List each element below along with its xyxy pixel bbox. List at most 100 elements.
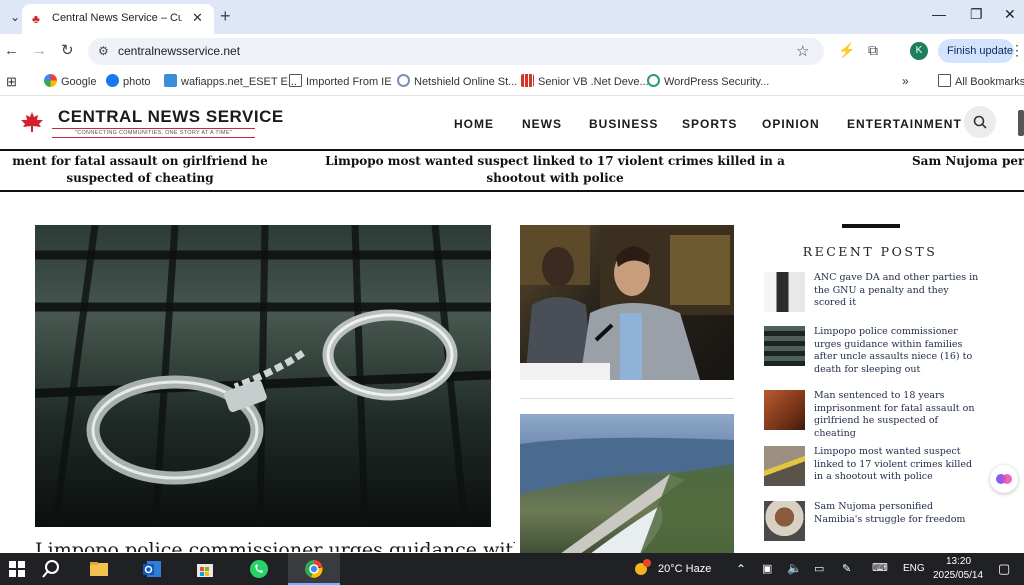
pen-icon[interactable]: ✎: [842, 562, 851, 575]
minimize-icon[interactable]: —: [932, 6, 946, 22]
recent-post-item[interactable]: Sam Nujoma personified Namibia's struggl…: [764, 501, 984, 549]
recent-post-item[interactable]: Man sentenced to 18 years imprisonment f…: [764, 390, 984, 440]
bookmark-netshield[interactable]: Netshield Online St...: [397, 74, 517, 88]
browser-menu-icon[interactable]: ⋮: [1010, 42, 1024, 59]
recent-post-item[interactable]: Limpopo police commissioner urges guidan…: [764, 326, 984, 376]
assistant-float-button[interactable]: [990, 465, 1018, 493]
page-scrollbar[interactable]: [1018, 110, 1024, 136]
url-text: centralnewsservice.net: [118, 44, 241, 58]
dam-illustration: [520, 437, 734, 554]
site-header: CENTRAL NEWS SERVICE "CONNECTING COMMUNI…: [0, 97, 1024, 149]
recent-post-thumbnail[interactable]: [764, 501, 805, 541]
ticker-item[interactable]: Limpopo most wanted suspect linked to 17…: [322, 153, 788, 187]
windows-start-icon[interactable]: [6, 558, 28, 580]
nav-opinion[interactable]: OPINION: [762, 117, 820, 131]
bookmark-label: wafiapps.net_ESET E...: [181, 76, 297, 88]
bookmarks-bar: ⊞ Google photo wafiapps.net_ESET E... Im…: [0, 68, 1024, 96]
recent-post-thumbnail[interactable]: [764, 272, 805, 312]
clock-time[interactable]: 13:20: [946, 556, 971, 567]
windows-taskbar: 20°C Haze ⌃ ▣ 🔈 ▭ ✎ ⌨ ENG 13:20 2025/05/…: [0, 553, 1024, 585]
bookmark-star-icon[interactable]: ☆: [796, 42, 809, 60]
nav-business[interactable]: BUSINESS: [589, 117, 658, 131]
site-info-icon[interactable]: ⚙: [98, 44, 109, 58]
finish-update-button[interactable]: Finish update: [938, 39, 1014, 63]
profile-avatar[interactable]: K: [910, 42, 928, 60]
extensions-puzzle-icon[interactable]: ⧉: [868, 42, 878, 59]
apps-grid-icon[interactable]: ⊞: [6, 74, 17, 90]
google-icon: [44, 74, 57, 87]
restore-icon[interactable]: ❐: [970, 6, 983, 23]
recent-post-item[interactable]: Limpopo most wanted suspect linked to 17…: [764, 446, 984, 494]
notifications-icon[interactable]: ▢: [998, 561, 1010, 577]
weather-text[interactable]: 20°C Haze: [658, 563, 711, 575]
more-bookmarks-icon[interactable]: »: [902, 74, 909, 88]
recent-post-thumbnail[interactable]: [764, 446, 805, 486]
reload-icon[interactable]: ↻: [61, 42, 74, 60]
taskbar-search-icon[interactable]: [40, 558, 62, 580]
browser-tab[interactable]: ♣ Central News Service – Current ✕: [22, 4, 214, 34]
recent-post-item[interactable]: ANC gave DA and other parties in the GNU…: [764, 272, 984, 320]
copilot-icon: [996, 474, 1012, 484]
forward-icon[interactable]: →: [32, 42, 47, 60]
bookmark-label: Google: [61, 76, 97, 88]
main-headline[interactable]: Limpopo police commissioner urges guidan…: [35, 536, 515, 552]
clock-date[interactable]: 2025/05/14: [933, 570, 983, 581]
bookmark-vbnet[interactable]: Senior VB .Net Deve...: [521, 74, 649, 88]
bookmark-imported[interactable]: Imported From IE: [289, 74, 392, 88]
bookmark-wordpress[interactable]: WordPress Security...: [647, 74, 769, 88]
back-icon[interactable]: ←: [4, 42, 19, 60]
recent-post-title[interactable]: Limpopo police commissioner urges guidan…: [814, 326, 982, 376]
section-accent-bar: [842, 224, 900, 228]
nav-entertainment[interactable]: ENTERTAINMENT: [847, 117, 962, 131]
extension-leaf-icon[interactable]: ⚡: [838, 42, 855, 59]
maple-leaf-logo-icon[interactable]: [20, 111, 44, 133]
recent-post-thumbnail[interactable]: [764, 390, 805, 430]
show-hidden-icons[interactable]: ⌃: [736, 562, 746, 576]
address-bar[interactable]: ⚙ centralnewsservice.net ☆: [88, 38, 824, 65]
bookmark-label: photo: [123, 76, 151, 88]
volume-icon[interactable]: 🔈: [787, 561, 802, 575]
site-search-button[interactable]: [964, 106, 996, 138]
recent-post-title[interactable]: Limpopo most wanted suspect linked to 17…: [814, 446, 982, 484]
microsoft-store-icon[interactable]: [194, 558, 216, 580]
outlook-icon[interactable]: [141, 558, 163, 580]
bookmark-photo[interactable]: photo: [106, 74, 151, 88]
search-icon: [973, 115, 987, 129]
site-favicon-icon: ♣: [32, 12, 40, 26]
keyboard-icon[interactable]: ⌨: [872, 561, 888, 574]
all-bookmarks[interactable]: All Bookmarks: [938, 74, 1024, 88]
chrome-icon[interactable]: [303, 558, 325, 580]
featured-image-handcuffs[interactable]: [35, 225, 491, 527]
network-icon[interactable]: ▭: [814, 562, 824, 575]
weather-haze-icon[interactable]: [632, 558, 654, 580]
site-brand[interactable]: CENTRAL NEWS SERVICE: [58, 107, 284, 127]
nav-home[interactable]: HOME: [454, 117, 494, 131]
recent-post-title[interactable]: Man sentenced to 18 years imprisonment f…: [814, 390, 982, 440]
new-tab-icon[interactable]: +: [220, 6, 231, 26]
facebook-icon: [106, 74, 119, 87]
bookmark-eset[interactable]: wafiapps.net_ESET E...: [164, 74, 297, 88]
folder-icon: [938, 74, 951, 87]
input-language[interactable]: ENG: [903, 563, 925, 574]
recent-post-thumbnail[interactable]: [764, 326, 805, 366]
ticker-item[interactable]: ment for fatal assault on girlfriend he …: [0, 153, 300, 187]
article-image-dam[interactable]: [520, 414, 734, 554]
bookmark-label: WordPress Security...: [664, 76, 770, 88]
close-window-icon[interactable]: ✕: [1004, 6, 1016, 23]
bookmark-google[interactable]: Google: [44, 74, 96, 88]
close-tab-icon[interactable]: ✕: [192, 10, 203, 26]
recent-post-title[interactable]: Sam Nujoma personified Namibia's struggl…: [814, 501, 982, 526]
bookmark-label: Senior VB .Net Deve...: [538, 76, 649, 88]
all-bookmarks-label: All Bookmarks: [955, 76, 1024, 88]
article-image-press-conference[interactable]: [520, 225, 734, 380]
nav-sports[interactable]: SPORTS: [682, 117, 737, 131]
ticker-item[interactable]: Sam Nujoma perso: [912, 153, 1024, 170]
recent-posts-title: RECENT POSTS: [802, 244, 938, 259]
whatsapp-icon[interactable]: [248, 558, 270, 580]
recent-post-title[interactable]: ANC gave DA and other parties in the GNU…: [814, 272, 982, 310]
netshield-icon: [397, 74, 410, 87]
file-explorer-icon[interactable]: [88, 558, 110, 580]
nav-news[interactable]: NEWS: [522, 117, 562, 131]
tray-app-icon[interactable]: ▣: [762, 562, 772, 575]
bookmark-label: Imported From IE: [306, 76, 392, 88]
